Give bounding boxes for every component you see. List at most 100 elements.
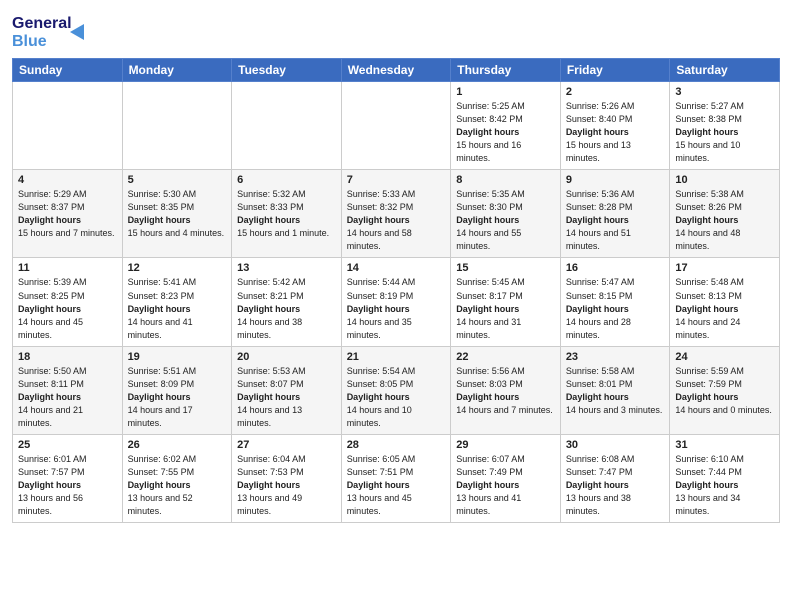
day-info: Sunrise: 5:39 AMSunset: 8:25 PMDaylight …	[18, 276, 117, 341]
day-info: Sunrise: 6:10 AMSunset: 7:44 PMDaylight …	[675, 453, 774, 518]
day-number: 5	[128, 174, 227, 186]
daylight-label: Daylight hours	[456, 127, 519, 137]
daylight-label: Daylight hours	[456, 480, 519, 490]
day-number: 1	[456, 86, 555, 98]
daylight-label: Daylight hours	[347, 215, 410, 225]
day-info: Sunrise: 5:35 AMSunset: 8:30 PMDaylight …	[456, 188, 555, 253]
daylight-label: Daylight hours	[675, 480, 738, 490]
day-number: 31	[675, 439, 774, 451]
day-info: Sunrise: 5:36 AMSunset: 8:28 PMDaylight …	[566, 188, 665, 253]
calendar-header-monday: Monday	[122, 59, 232, 82]
daylight-label: Daylight hours	[128, 480, 191, 490]
calendar-week-3: 11Sunrise: 5:39 AMSunset: 8:25 PMDayligh…	[13, 258, 780, 346]
day-info: Sunrise: 5:26 AMSunset: 8:40 PMDaylight …	[566, 100, 665, 165]
calendar-cell: 9 Sunrise: 5:36 AMSunset: 8:28 PMDaylight…	[560, 170, 670, 258]
calendar-cell	[232, 82, 342, 170]
day-number: 6	[237, 174, 336, 186]
day-number: 29	[456, 439, 555, 451]
day-number: 25	[18, 439, 117, 451]
day-number: 3	[675, 86, 774, 98]
calendar-cell: 7Sunrise: 5:33 AMSunset: 8:32 PMDaylight…	[341, 170, 451, 258]
calendar-cell: 2Sunrise: 5:26 AMSunset: 8:40 PMDaylight…	[560, 82, 670, 170]
daylight-label: Daylight hours	[566, 127, 629, 137]
calendar-cell: 28 Sunrise: 6:05 AMSunset: 7:51 PMDayligh…	[341, 434, 451, 522]
calendar-cell: 13 Sunrise: 5:42 AMSunset: 8:21 PMDayligh…	[232, 258, 342, 346]
day-info: Sunrise: 5:33 AMSunset: 8:32 PMDaylight …	[347, 188, 446, 253]
day-number: 28	[347, 439, 446, 451]
day-info: Sunrise: 6:05 AMSunset: 7:51 PMDaylight …	[347, 453, 446, 518]
day-info: Sunrise: 5:56 AMSunset: 8:03 PMDaylight …	[456, 365, 555, 417]
day-number: 15	[456, 262, 555, 274]
day-info: Sunrise: 5:41 AMSunset: 8:23 PMDaylight …	[128, 276, 227, 341]
calendar-cell	[122, 82, 232, 170]
calendar-cell: 19Sunrise: 5:51 AMSunset: 8:09 PMDayligh…	[122, 346, 232, 434]
calendar-cell: 30Sunrise: 6:08 AMSunset: 7:47 PMDayligh…	[560, 434, 670, 522]
day-number: 16	[566, 262, 665, 274]
day-info: Sunrise: 6:08 AMSunset: 7:47 PMDaylight …	[566, 453, 665, 518]
day-info: Sunrise: 5:44 AMSunset: 8:19 PMDaylight …	[347, 276, 446, 341]
day-number: 17	[675, 262, 774, 274]
day-info: Sunrise: 5:38 AMSunset: 8:26 PMDaylight …	[675, 188, 774, 253]
day-info: Sunrise: 5:48 AMSunset: 8:13 PMDaylight …	[675, 276, 774, 341]
day-info: Sunrise: 5:47 AMSunset: 8:15 PMDaylight …	[566, 276, 665, 341]
daylight-label: Daylight hours	[237, 215, 300, 225]
logo-svg: General Blue	[12, 10, 92, 52]
day-number: 10	[675, 174, 774, 186]
daylight-label: Daylight hours	[237, 392, 300, 402]
day-number: 27	[237, 439, 336, 451]
day-info: Sunrise: 6:04 AMSunset: 7:53 PMDaylight …	[237, 453, 336, 518]
calendar-cell: 14 Sunrise: 5:44 AMSunset: 8:19 PMDayligh…	[341, 258, 451, 346]
day-info: Sunrise: 5:53 AMSunset: 8:07 PMDaylight …	[237, 365, 336, 430]
day-number: 23	[566, 351, 665, 363]
daylight-label: Daylight hours	[675, 127, 738, 137]
calendar-header-friday: Friday	[560, 59, 670, 82]
calendar-cell: 11Sunrise: 5:39 AMSunset: 8:25 PMDayligh…	[13, 258, 123, 346]
calendar-cell: 8Sunrise: 5:35 AMSunset: 8:30 PMDaylight…	[451, 170, 561, 258]
day-number: 19	[128, 351, 227, 363]
day-info: Sunrise: 5:42 AMSunset: 8:21 PMDaylight …	[237, 276, 336, 341]
calendar-cell: 20 Sunrise: 5:53 AMSunset: 8:07 PMDayligh…	[232, 346, 342, 434]
calendar-week-1: 1Sunrise: 5:25 AMSunset: 8:42 PMDaylight…	[13, 82, 780, 170]
daylight-label: Daylight hours	[675, 392, 738, 402]
day-info: Sunrise: 5:32 AMSunset: 8:33 PMDaylight …	[237, 188, 336, 240]
calendar-cell: 4Sunrise: 5:29 AMSunset: 8:37 PMDaylight…	[13, 170, 123, 258]
calendar-cell: 1Sunrise: 5:25 AMSunset: 8:42 PMDaylight…	[451, 82, 561, 170]
day-number: 9	[566, 174, 665, 186]
calendar-header-thursday: Thursday	[451, 59, 561, 82]
calendar-cell: 15Sunrise: 5:45 AMSunset: 8:17 PMDayligh…	[451, 258, 561, 346]
day-number: 13	[237, 262, 336, 274]
day-number: 21	[347, 351, 446, 363]
daylight-label: Daylight hours	[675, 304, 738, 314]
daylight-label: Daylight hours	[456, 215, 519, 225]
calendar-header-saturday: Saturday	[670, 59, 780, 82]
calendar-cell: 25Sunrise: 6:01 AMSunset: 7:57 PMDayligh…	[13, 434, 123, 522]
daylight-label: Daylight hours	[566, 304, 629, 314]
daylight-label: Daylight hours	[128, 392, 191, 402]
daylight-label: Daylight hours	[347, 480, 410, 490]
day-number: 14	[347, 262, 446, 274]
daylight-label: Daylight hours	[237, 480, 300, 490]
calendar-cell: 21 Sunrise: 5:54 AMSunset: 8:05 PMDayligh…	[341, 346, 451, 434]
page-container: General Blue SundayMondayTuesdayWednesda…	[0, 0, 792, 531]
calendar-cell: 17 Sunrise: 5:48 AMSunset: 8:13 PMDayligh…	[670, 258, 780, 346]
day-info: Sunrise: 5:54 AMSunset: 8:05 PMDaylight …	[347, 365, 446, 430]
calendar-week-2: 4Sunrise: 5:29 AMSunset: 8:37 PMDaylight…	[13, 170, 780, 258]
header: General Blue	[12, 10, 780, 52]
calendar-cell: 24Sunrise: 5:59 AMSunset: 7:59 PMDayligh…	[670, 346, 780, 434]
daylight-label: Daylight hours	[128, 304, 191, 314]
day-info: Sunrise: 6:02 AMSunset: 7:55 PMDaylight …	[128, 453, 227, 518]
day-number: 20	[237, 351, 336, 363]
calendar-cell: 26Sunrise: 6:02 AMSunset: 7:55 PMDayligh…	[122, 434, 232, 522]
daylight-label: Daylight hours	[18, 304, 81, 314]
calendar-cell	[341, 82, 451, 170]
logo: General Blue	[12, 10, 92, 52]
calendar-cell: 3Sunrise: 5:27 AMSunset: 8:38 PMDaylight…	[670, 82, 780, 170]
daylight-label: Daylight hours	[566, 480, 629, 490]
svg-text:Blue: Blue	[12, 33, 47, 50]
daylight-label: Daylight hours	[237, 304, 300, 314]
calendar-cell	[13, 82, 123, 170]
calendar-cell: 6 Sunrise: 5:32 AMSunset: 8:33 PMDaylight…	[232, 170, 342, 258]
svg-text:General: General	[12, 15, 72, 32]
calendar-header-wednesday: Wednesday	[341, 59, 451, 82]
calendar-cell: 29Sunrise: 6:07 AMSunset: 7:49 PMDayligh…	[451, 434, 561, 522]
